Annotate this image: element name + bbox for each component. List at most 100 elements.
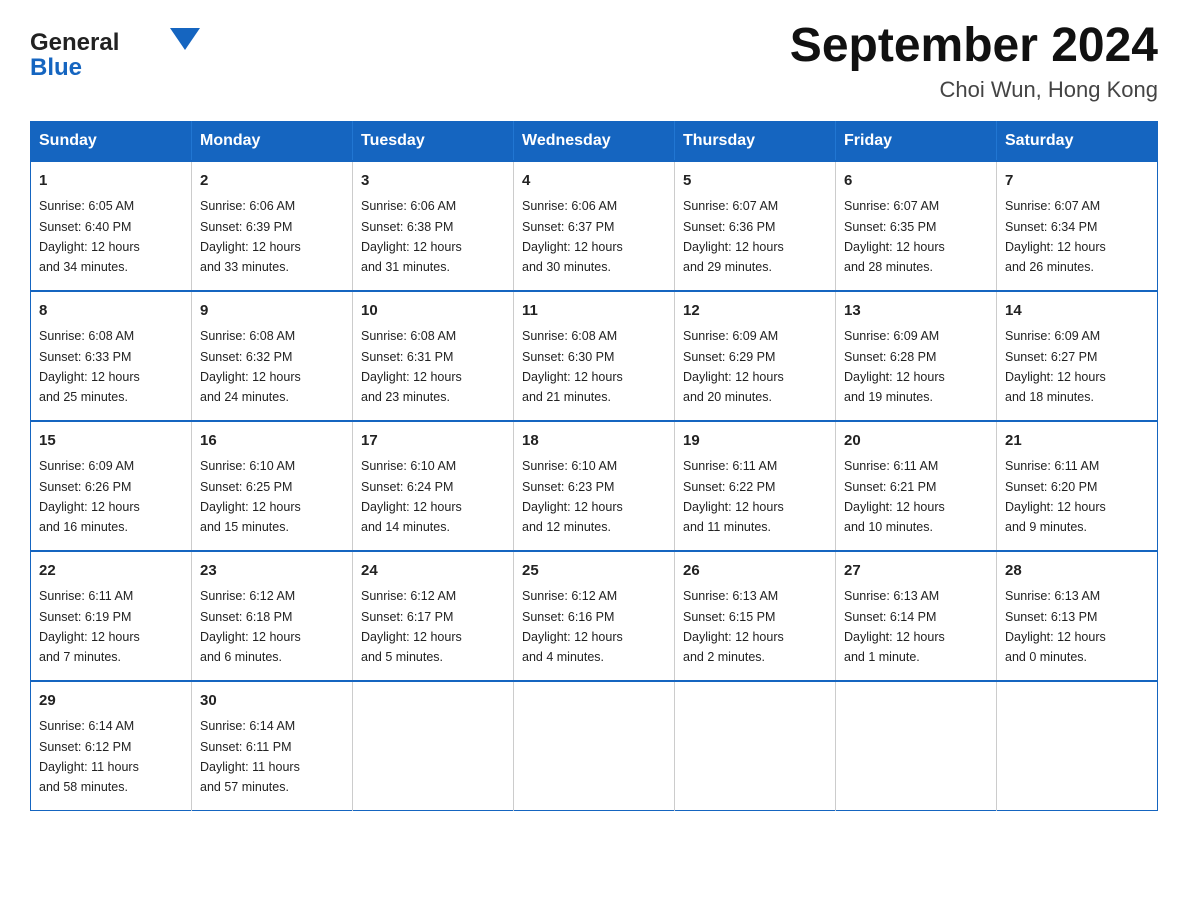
day-cell: 29 Sunrise: 6:14 AMSunset: 6:12 PMDaylig… <box>31 681 192 811</box>
day-cell: 17 Sunrise: 6:10 AMSunset: 6:24 PMDaylig… <box>353 421 514 551</box>
day-number: 17 <box>361 430 505 453</box>
day-info: Sunrise: 6:10 AMSunset: 6:25 PMDaylight:… <box>200 459 301 534</box>
day-cell <box>836 681 997 811</box>
day-cell <box>675 681 836 811</box>
day-number: 13 <box>844 300 988 323</box>
logo-text: General Blue <box>30 20 200 85</box>
day-info: Sunrise: 6:11 AMSunset: 6:21 PMDaylight:… <box>844 459 945 534</box>
day-info: Sunrise: 6:08 AMSunset: 6:33 PMDaylight:… <box>39 329 140 404</box>
day-number: 19 <box>683 430 827 453</box>
day-info: Sunrise: 6:11 AMSunset: 6:20 PMDaylight:… <box>1005 459 1106 534</box>
day-cell: 19 Sunrise: 6:11 AMSunset: 6:22 PMDaylig… <box>675 421 836 551</box>
day-cell: 21 Sunrise: 6:11 AMSunset: 6:20 PMDaylig… <box>997 421 1158 551</box>
day-cell: 30 Sunrise: 6:14 AMSunset: 6:11 PMDaylig… <box>192 681 353 811</box>
day-cell: 4 Sunrise: 6:06 AMSunset: 6:37 PMDayligh… <box>514 161 675 291</box>
col-friday: Friday <box>836 121 997 161</box>
day-info: Sunrise: 6:10 AMSunset: 6:23 PMDaylight:… <box>522 459 623 534</box>
day-cell: 3 Sunrise: 6:06 AMSunset: 6:38 PMDayligh… <box>353 161 514 291</box>
day-number: 12 <box>683 300 827 323</box>
day-cell: 13 Sunrise: 6:09 AMSunset: 6:28 PMDaylig… <box>836 291 997 421</box>
day-cell <box>514 681 675 811</box>
day-number: 9 <box>200 300 344 323</box>
calendar-header: Sunday Monday Tuesday Wednesday Thursday… <box>31 121 1158 161</box>
day-info: Sunrise: 6:13 AMSunset: 6:13 PMDaylight:… <box>1005 589 1106 664</box>
col-tuesday: Tuesday <box>353 121 514 161</box>
day-cell: 27 Sunrise: 6:13 AMSunset: 6:14 PMDaylig… <box>836 551 997 681</box>
col-saturday: Saturday <box>997 121 1158 161</box>
day-number: 14 <box>1005 300 1149 323</box>
day-info: Sunrise: 6:11 AMSunset: 6:22 PMDaylight:… <box>683 459 784 534</box>
location: Choi Wun, Hong Kong <box>790 77 1158 103</box>
day-number: 22 <box>39 560 183 583</box>
day-cell: 10 Sunrise: 6:08 AMSunset: 6:31 PMDaylig… <box>353 291 514 421</box>
day-cell <box>353 681 514 811</box>
day-info: Sunrise: 6:07 AMSunset: 6:35 PMDaylight:… <box>844 199 945 274</box>
day-info: Sunrise: 6:11 AMSunset: 6:19 PMDaylight:… <box>39 589 140 664</box>
day-cell: 7 Sunrise: 6:07 AMSunset: 6:34 PMDayligh… <box>997 161 1158 291</box>
day-info: Sunrise: 6:13 AMSunset: 6:14 PMDaylight:… <box>844 589 945 664</box>
day-number: 26 <box>683 560 827 583</box>
week-row-5: 29 Sunrise: 6:14 AMSunset: 6:12 PMDaylig… <box>31 681 1158 811</box>
logo: General Blue <box>30 20 200 85</box>
day-cell: 16 Sunrise: 6:10 AMSunset: 6:25 PMDaylig… <box>192 421 353 551</box>
day-number: 5 <box>683 170 827 193</box>
day-cell: 18 Sunrise: 6:10 AMSunset: 6:23 PMDaylig… <box>514 421 675 551</box>
col-wednesday: Wednesday <box>514 121 675 161</box>
day-info: Sunrise: 6:09 AMSunset: 6:29 PMDaylight:… <box>683 329 784 404</box>
day-cell: 9 Sunrise: 6:08 AMSunset: 6:32 PMDayligh… <box>192 291 353 421</box>
day-number: 29 <box>39 690 183 713</box>
day-number: 28 <box>1005 560 1149 583</box>
col-thursday: Thursday <box>675 121 836 161</box>
day-cell: 28 Sunrise: 6:13 AMSunset: 6:13 PMDaylig… <box>997 551 1158 681</box>
day-info: Sunrise: 6:09 AMSunset: 6:26 PMDaylight:… <box>39 459 140 534</box>
day-info: Sunrise: 6:13 AMSunset: 6:15 PMDaylight:… <box>683 589 784 664</box>
svg-text:General: General <box>30 29 119 56</box>
day-info: Sunrise: 6:09 AMSunset: 6:28 PMDaylight:… <box>844 329 945 404</box>
day-cell: 15 Sunrise: 6:09 AMSunset: 6:26 PMDaylig… <box>31 421 192 551</box>
day-cell: 24 Sunrise: 6:12 AMSunset: 6:17 PMDaylig… <box>353 551 514 681</box>
day-number: 7 <box>1005 170 1149 193</box>
day-cell: 14 Sunrise: 6:09 AMSunset: 6:27 PMDaylig… <box>997 291 1158 421</box>
day-number: 15 <box>39 430 183 453</box>
day-number: 30 <box>200 690 344 713</box>
day-number: 16 <box>200 430 344 453</box>
day-cell: 2 Sunrise: 6:06 AMSunset: 6:39 PMDayligh… <box>192 161 353 291</box>
week-row-2: 8 Sunrise: 6:08 AMSunset: 6:33 PMDayligh… <box>31 291 1158 421</box>
day-cell: 22 Sunrise: 6:11 AMSunset: 6:19 PMDaylig… <box>31 551 192 681</box>
day-number: 3 <box>361 170 505 193</box>
day-number: 10 <box>361 300 505 323</box>
day-cell <box>997 681 1158 811</box>
week-row-1: 1 Sunrise: 6:05 AMSunset: 6:40 PMDayligh… <box>31 161 1158 291</box>
day-cell: 26 Sunrise: 6:13 AMSunset: 6:15 PMDaylig… <box>675 551 836 681</box>
day-info: Sunrise: 6:05 AMSunset: 6:40 PMDaylight:… <box>39 199 140 274</box>
day-info: Sunrise: 6:07 AMSunset: 6:34 PMDaylight:… <box>1005 199 1106 274</box>
day-info: Sunrise: 6:08 AMSunset: 6:32 PMDaylight:… <box>200 329 301 404</box>
day-cell: 12 Sunrise: 6:09 AMSunset: 6:29 PMDaylig… <box>675 291 836 421</box>
day-number: 4 <box>522 170 666 193</box>
day-info: Sunrise: 6:06 AMSunset: 6:37 PMDaylight:… <box>522 199 623 274</box>
col-monday: Monday <box>192 121 353 161</box>
day-info: Sunrise: 6:14 AMSunset: 6:11 PMDaylight:… <box>200 719 300 794</box>
day-cell: 20 Sunrise: 6:11 AMSunset: 6:21 PMDaylig… <box>836 421 997 551</box>
week-row-4: 22 Sunrise: 6:11 AMSunset: 6:19 PMDaylig… <box>31 551 1158 681</box>
day-number: 11 <box>522 300 666 323</box>
day-number: 1 <box>39 170 183 193</box>
day-cell: 23 Sunrise: 6:12 AMSunset: 6:18 PMDaylig… <box>192 551 353 681</box>
day-number: 20 <box>844 430 988 453</box>
page-header: General Blue September 2024 Choi Wun, Ho… <box>30 20 1158 103</box>
day-number: 2 <box>200 170 344 193</box>
day-info: Sunrise: 6:08 AMSunset: 6:31 PMDaylight:… <box>361 329 462 404</box>
day-cell: 6 Sunrise: 6:07 AMSunset: 6:35 PMDayligh… <box>836 161 997 291</box>
calendar-table: Sunday Monday Tuesday Wednesday Thursday… <box>30 121 1158 811</box>
day-info: Sunrise: 6:09 AMSunset: 6:27 PMDaylight:… <box>1005 329 1106 404</box>
day-number: 24 <box>361 560 505 583</box>
title-area: September 2024 Choi Wun, Hong Kong <box>790 20 1158 103</box>
day-info: Sunrise: 6:12 AMSunset: 6:18 PMDaylight:… <box>200 589 301 664</box>
day-cell: 8 Sunrise: 6:08 AMSunset: 6:33 PMDayligh… <box>31 291 192 421</box>
day-number: 25 <box>522 560 666 583</box>
col-sunday: Sunday <box>31 121 192 161</box>
day-info: Sunrise: 6:06 AMSunset: 6:38 PMDaylight:… <box>361 199 462 274</box>
week-row-3: 15 Sunrise: 6:09 AMSunset: 6:26 PMDaylig… <box>31 421 1158 551</box>
month-title: September 2024 <box>790 20 1158 73</box>
day-info: Sunrise: 6:06 AMSunset: 6:39 PMDaylight:… <box>200 199 301 274</box>
